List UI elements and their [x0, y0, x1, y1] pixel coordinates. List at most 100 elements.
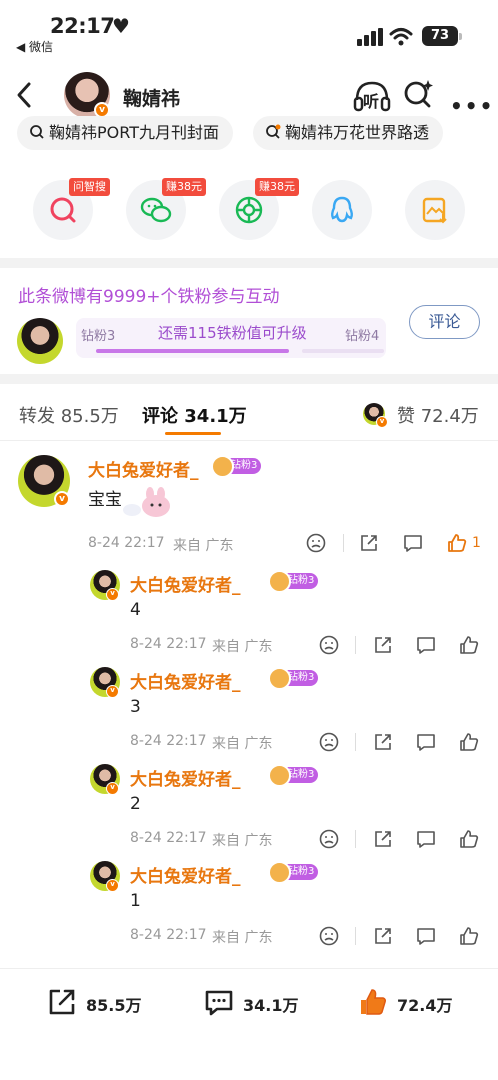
verified-badge-icon: v: [106, 782, 119, 795]
tab-comment[interactable]: 评论 34.1万: [142, 402, 247, 428]
reply-author-name[interactable]: 大白兔爱好者_: [130, 571, 241, 596]
reply-time: 8-24 22:17: [130, 830, 207, 846]
fan-progress-fill: [96, 349, 289, 353]
fan-level-badge: 钻粉3: [267, 861, 319, 884]
moments-icon: [235, 196, 263, 224]
dislike-icon[interactable]: [318, 731, 340, 753]
like-icon[interactable]: [458, 925, 480, 947]
fan-level-badge: 钻粉3: [210, 455, 262, 478]
reply-author-name[interactable]: 大白兔爱好者_: [130, 765, 241, 790]
fan-next-level: 钻粉4: [345, 329, 380, 344]
comment-icon[interactable]: [415, 731, 437, 753]
search-chip-label: 鞠婧祎PORT九月刊封面: [49, 123, 219, 142]
bottom-repost-button[interactable]: 85.5万: [46, 986, 156, 1018]
tab-repost[interactable]: 转发 85.5万: [19, 402, 119, 428]
reply-time: 8-24 22:17: [130, 733, 207, 749]
comment-like-count: 1: [472, 535, 481, 551]
share-icon[interactable]: [372, 731, 394, 753]
qq-share-button[interactable]: [312, 180, 372, 240]
search-chip-2[interactable]: 鞠婧祎万花世界路透: [253, 116, 444, 150]
status-time: 22:17: [50, 14, 115, 38]
like-icon[interactable]: [458, 634, 480, 656]
bottom-divider: [0, 968, 498, 969]
section-divider: [0, 374, 498, 384]
more-icon[interactable]: •••: [450, 94, 494, 118]
save-image-button[interactable]: [405, 180, 465, 240]
share-tag: 赚38元: [255, 178, 299, 196]
reply-time: 8-24 22:17: [130, 636, 207, 652]
fan-level-badge: 钻粉3: [267, 570, 319, 593]
dislike-icon[interactable]: [305, 532, 327, 554]
hot-search-icon: [266, 124, 281, 139]
listen-label: 听: [363, 92, 380, 111]
bottom-like-count: 72.4万: [397, 996, 453, 1015]
back-arrow-icon[interactable]: [14, 80, 36, 110]
like-icon[interactable]: [446, 532, 468, 554]
like-filled-icon: [361, 989, 386, 1015]
search-chip-1[interactable]: 鞠婧祎PORT九月刊封面: [17, 116, 233, 150]
my-avatar: [17, 318, 63, 364]
reply-location: 来自 广东: [212, 930, 273, 946]
share-icon[interactable]: [372, 634, 394, 656]
like-icon[interactable]: [458, 731, 480, 753]
tab-active-indicator: [165, 432, 221, 435]
tab-like[interactable]: 赞 72.4万: [397, 402, 479, 428]
comment-icon[interactable]: [415, 634, 437, 656]
fan-level-badge: 钻粉3: [267, 667, 319, 690]
bottom-comment-button[interactable]: 34.1万: [203, 986, 313, 1018]
signal-icon: [357, 28, 383, 46]
comment-location: 来自 广东: [173, 538, 234, 554]
comment-icon[interactable]: [402, 532, 424, 554]
bunny-sticker-icon: [123, 487, 170, 517]
comment-icon: [205, 990, 233, 1016]
search-icon[interactable]: [402, 78, 436, 112]
share-tag: 问智搜: [69, 178, 110, 196]
action-divider: [355, 927, 356, 945]
qq-icon: [331, 196, 353, 223]
section-divider: [0, 258, 498, 268]
reply-text: 1: [130, 891, 141, 911]
share-icon[interactable]: [358, 532, 380, 554]
bottom-like-button[interactable]: 72.4万: [357, 986, 467, 1018]
like-icon[interactable]: [458, 828, 480, 850]
comment-time: 8-24 22:17: [88, 535, 165, 551]
reply-author-name[interactable]: 大白兔爱好者_: [130, 862, 241, 887]
verified-badge-icon: v: [54, 491, 70, 507]
action-divider: [355, 636, 356, 654]
wenzhisou-icon: [50, 197, 76, 223]
comment-icon[interactable]: [415, 828, 437, 850]
fan-progress-remaining: [302, 349, 384, 353]
search-icon: [30, 125, 44, 139]
search-chip-label: 鞠婧祎万花世界路透: [285, 123, 430, 142]
fan-count-title: 此条微博有9999+个铁粉参与互动: [18, 287, 280, 307]
back-to-wechat-link[interactable]: ◀ 微信: [16, 38, 53, 55]
wifi-icon: [389, 28, 413, 46]
fan-upgrade-hint: 还需115铁粉值可升级: [158, 324, 307, 342]
battery-icon: 73: [422, 26, 462, 46]
reply-author-name[interactable]: 大白兔爱好者_: [130, 668, 241, 693]
action-divider: [355, 830, 356, 848]
share-icon[interactable]: [372, 925, 394, 947]
tab-divider: [0, 440, 498, 441]
fan-level-badge: 钻粉3: [267, 764, 319, 787]
heart-icon: ♥: [112, 14, 130, 38]
verified-badge-icon: v: [106, 685, 119, 698]
share-tag: 赚38元: [162, 178, 206, 196]
listen-button[interactable]: 听: [352, 78, 392, 114]
bottom-repost-count: 85.5万: [86, 996, 142, 1015]
verified-badge-icon: v: [106, 588, 119, 601]
fan-comment-button[interactable]: 评论: [409, 305, 480, 339]
reply-text: 4: [130, 600, 141, 620]
author-name[interactable]: 鞠婧祎: [123, 84, 180, 111]
reply-time: 8-24 22:17: [130, 927, 207, 943]
verified-badge-icon: v: [106, 879, 119, 892]
share-icon[interactable]: [372, 828, 394, 850]
save-image-icon: [422, 197, 447, 224]
action-divider: [355, 733, 356, 751]
commenter-name[interactable]: 大白兔爱好者_: [88, 456, 199, 481]
comment-icon[interactable]: [415, 925, 437, 947]
dislike-icon[interactable]: [318, 634, 340, 656]
dislike-icon[interactable]: [318, 925, 340, 947]
reply-location: 来自 广东: [212, 833, 273, 849]
dislike-icon[interactable]: [318, 828, 340, 850]
